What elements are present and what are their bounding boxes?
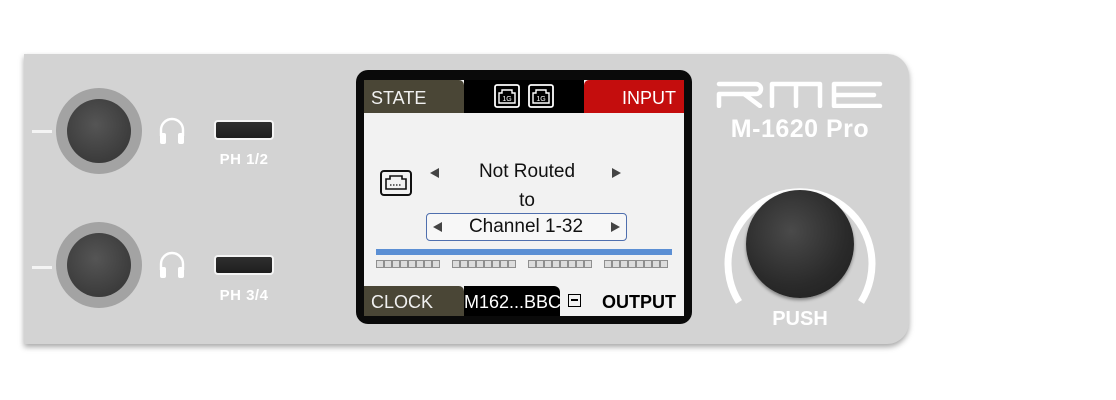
push-label: PUSH xyxy=(772,308,828,330)
network-port-1g-icon: 1G xyxy=(528,84,554,108)
meter-cell xyxy=(376,260,384,268)
network-port-1g-icon: 1G xyxy=(494,84,520,108)
meter-cell xyxy=(384,260,392,268)
meter-cell xyxy=(432,260,440,268)
meter-cell xyxy=(528,260,536,268)
meter-cell xyxy=(644,260,652,268)
meter-cell xyxy=(612,260,620,268)
meter-cell xyxy=(400,260,408,268)
headphones-icon xyxy=(159,117,185,144)
ethernet-port-icon xyxy=(380,170,412,196)
jack-marker xyxy=(32,130,52,133)
meter-cell xyxy=(560,260,568,268)
source-prev-arrow[interactable] xyxy=(430,168,439,178)
meter-cell xyxy=(484,260,492,268)
meter-cell xyxy=(636,260,644,268)
meter-cell-group xyxy=(376,260,440,268)
meter-cell xyxy=(660,260,668,268)
meter-cell xyxy=(536,260,544,268)
meter-cell xyxy=(408,260,416,268)
meter-cell xyxy=(620,260,628,268)
meter-cell xyxy=(544,260,552,268)
destination-selector[interactable]: Channel 1-32 xyxy=(426,213,627,241)
jack-marker xyxy=(32,266,52,269)
output-tab-label: OUTPUT xyxy=(602,292,676,312)
meter-cell xyxy=(452,260,460,268)
meter-cell xyxy=(584,260,592,268)
meter-cell xyxy=(460,260,468,268)
jack-socket xyxy=(67,99,131,163)
clock-tab[interactable]: CLOCK xyxy=(364,286,464,316)
destination-prev-arrow[interactable] xyxy=(433,222,442,232)
meter-cell xyxy=(552,260,560,268)
meter-cell xyxy=(652,260,660,268)
meter-cell xyxy=(392,260,400,268)
svg-text:1G: 1G xyxy=(536,96,545,103)
source-next-arrow[interactable] xyxy=(612,168,621,178)
destination-next-arrow[interactable] xyxy=(611,222,620,232)
channel-meter-bar xyxy=(376,249,672,255)
meter-cell xyxy=(568,260,576,268)
output-tab[interactable]: OUTPUT xyxy=(560,286,684,316)
phones-1-2-button[interactable] xyxy=(214,120,274,140)
state-tab[interactable]: STATE xyxy=(364,80,464,113)
model-name: M-1620 Pro xyxy=(730,115,870,143)
headphone-jack-2[interactable] xyxy=(56,222,142,308)
headphone-jack-1[interactable] xyxy=(56,88,142,174)
header-network-status: 1G 1G xyxy=(464,80,584,113)
phones-3-4-button[interactable] xyxy=(214,255,274,275)
display-screen[interactable]: STATE 1G 1G INPUT Not Routed to Channel … xyxy=(364,80,684,316)
headphones-icon xyxy=(159,251,185,278)
device-name-tab[interactable]: M162...BBC xyxy=(464,286,561,316)
rotary-encoder-knob[interactable] xyxy=(746,190,854,298)
meter-cell xyxy=(476,260,484,268)
meter-cell xyxy=(416,260,424,268)
meter-cell xyxy=(424,260,432,268)
route-connector: to xyxy=(519,190,535,211)
phones-1-2-label: PH 1/2 xyxy=(219,151,269,168)
meter-cell-group xyxy=(452,260,516,268)
input-tab[interactable]: INPUT xyxy=(584,80,684,113)
meter-cell xyxy=(500,260,508,268)
meter-cell xyxy=(576,260,584,268)
meter-cell-group xyxy=(604,260,668,268)
meter-cell xyxy=(604,260,612,268)
collapse-icon[interactable] xyxy=(568,294,581,307)
svg-text:1G: 1G xyxy=(502,96,511,103)
meter-cell xyxy=(628,260,636,268)
phones-3-4-label: PH 3/4 xyxy=(219,287,269,304)
meter-cell-group xyxy=(528,260,592,268)
rme-logo xyxy=(716,81,883,108)
route-source: Not Routed xyxy=(478,161,576,182)
route-destination: Channel 1-32 xyxy=(468,216,584,237)
jack-socket xyxy=(67,233,131,297)
meter-cell xyxy=(492,260,500,268)
meter-cell xyxy=(468,260,476,268)
meter-cell xyxy=(508,260,516,268)
